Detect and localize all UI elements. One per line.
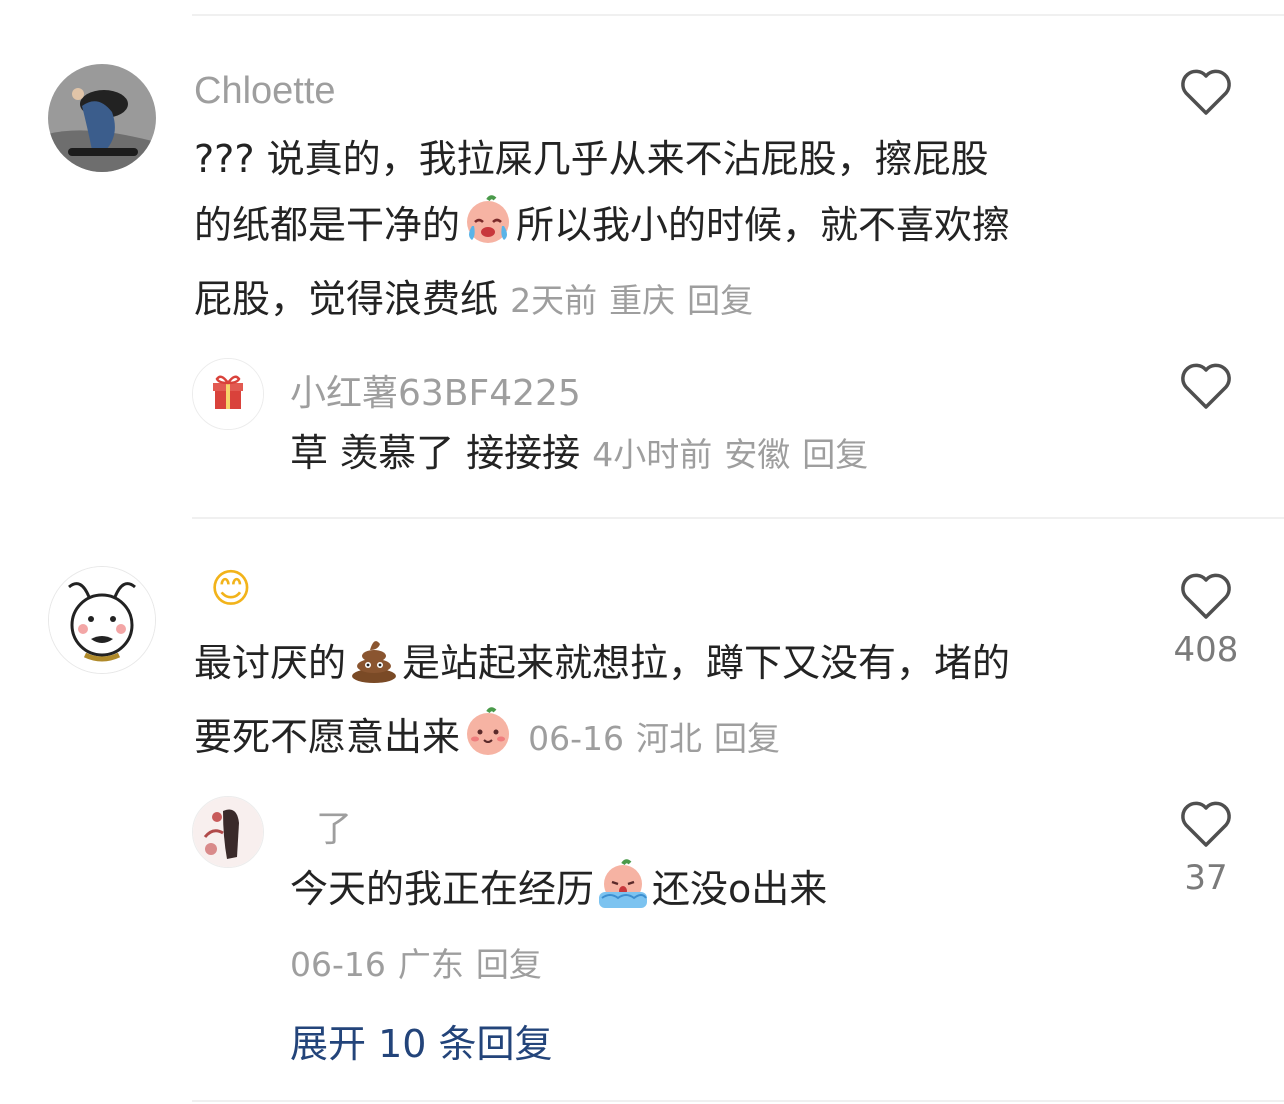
heart-outline-icon xyxy=(1181,363,1231,409)
comment-meta: 06-16 河北 回复 xyxy=(528,719,792,758)
reply-text-line: 今天的我正在经历 还没o出来 xyxy=(290,856,1210,930)
comment-text-line: 屁股，觉得浪费纸 2天前 重庆 回复 xyxy=(194,266,1114,334)
reply-meta: 06-16 广东 回复 xyxy=(290,932,1210,998)
reply-text: 今天的我正在经历 还没o出来 06-16 广东 回复 xyxy=(290,856,1210,998)
shy-face-emoji xyxy=(462,706,514,778)
comment-text-line: 最讨厌的 是站起来就想拉，蹲下又没有，堵的 xyxy=(194,630,1114,704)
avatar-chloette[interactable] xyxy=(48,64,156,172)
heart-outline-icon xyxy=(1181,69,1231,115)
poop-emoji xyxy=(348,632,400,704)
reply-author-name[interactable]: 小红薯63BF4225 xyxy=(290,364,581,416)
reply-text: 草 羡慕了 接接接 4小时前 安徽 回复 xyxy=(290,420,1210,488)
comment-meta: 2天前 重庆 回复 xyxy=(510,281,765,320)
comment-author-name[interactable]: 😊 xyxy=(210,566,252,612)
reply-location: 广东 xyxy=(397,945,464,984)
comment-text-fragment: 要死不愿意出来 xyxy=(194,715,461,759)
comment-time: 2天前 xyxy=(510,281,598,320)
despair-face-emoji xyxy=(596,858,650,930)
comment-author-name[interactable]: Chloette xyxy=(194,70,336,113)
divider-bottom xyxy=(192,1100,1284,1102)
comment-text-fragment: 所以我小的时候，就不喜欢擦 xyxy=(516,203,1011,247)
comment-text: ??? 说真的，我拉屎几乎从来不沾屁股，擦屁股 的纸都是干净的 所以我小的时候，就… xyxy=(194,126,1114,334)
like-button[interactable]: 408 xyxy=(1151,572,1261,670)
comment-location: 河北 xyxy=(636,719,702,758)
like-button[interactable] xyxy=(1151,362,1261,410)
like-count: 408 xyxy=(1173,630,1239,670)
like-button[interactable] xyxy=(1151,68,1261,116)
comment-time: 06-16 xyxy=(528,719,624,758)
comment-text-fragment: 是站起来就想拉，蹲下又没有，堵的 xyxy=(402,641,1011,685)
heart-outline-icon xyxy=(1181,573,1231,619)
avatar-gift[interactable] xyxy=(192,358,264,430)
reply-meta: 4小时前 安徽 回复 xyxy=(592,435,880,474)
crying-face-emoji xyxy=(462,194,514,266)
reply-text-content: 草 羡慕了 接接接 xyxy=(290,431,581,475)
reply-text-fragment: 还没o出来 xyxy=(652,867,828,911)
avatar-doodle[interactable] xyxy=(48,566,156,674)
expand-replies-button[interactable]: 展开 10 条回复 xyxy=(290,1013,553,1068)
divider xyxy=(192,517,1284,519)
reply-text-fragment: 今天的我正在经历 xyxy=(290,867,595,911)
comment-text-line: 要死不愿意出来 06-16 河北 回复 xyxy=(194,704,1114,778)
comment-text-fragment: 屁股，觉得浪费纸 xyxy=(194,277,499,321)
reply-button[interactable]: 回复 xyxy=(802,435,868,474)
divider-top xyxy=(192,14,1284,16)
reply-button[interactable]: 回复 xyxy=(476,945,542,984)
like-button[interactable]: 37 xyxy=(1151,800,1261,898)
comment-text: 最讨厌的 是站起来就想拉，蹲下又没有，堵的 要死不愿意出来 06-16 河北 回复 xyxy=(194,630,1114,778)
comment-text-fragment: 最讨厌的 xyxy=(194,641,347,685)
reply-button[interactable]: 回复 xyxy=(714,719,780,758)
avatar-girl[interactable] xyxy=(192,796,264,868)
heart-outline-icon xyxy=(1181,801,1231,847)
comment-location: 重庆 xyxy=(609,281,676,320)
reply-time: 4小时前 xyxy=(592,435,713,474)
comment-text-fragment: 的纸都是干净的 xyxy=(194,203,461,247)
reply-button[interactable]: 回复 xyxy=(687,281,753,320)
comment-text-line: ??? 说真的，我拉屎几乎从来不沾屁股，擦屁股 xyxy=(194,137,989,181)
like-count: 37 xyxy=(1184,858,1228,898)
reply-time: 06-16 xyxy=(290,945,386,984)
reply-author-name[interactable]: 了 xyxy=(316,800,352,852)
reply-location: 安徽 xyxy=(724,435,791,474)
comment-text-line: 的纸都是干净的 所以我小的时候，就不喜欢擦 xyxy=(194,192,1114,266)
